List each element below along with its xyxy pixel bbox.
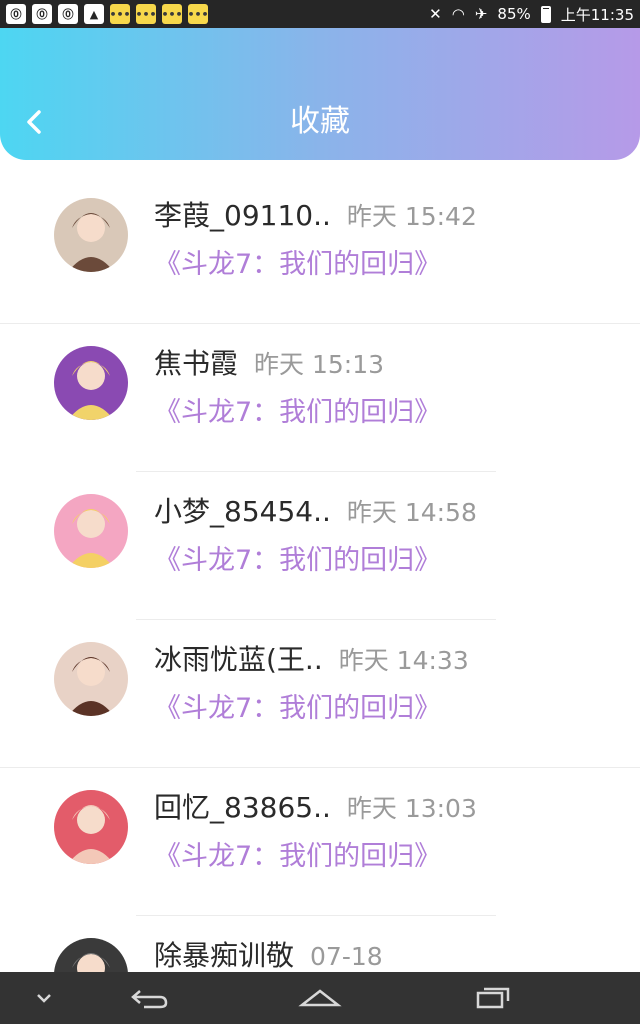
- notification-icon: ⓪: [6, 4, 26, 24]
- list-item[interactable]: 李葭_09110.. 昨天 15:42 《斗龙7：我们的回归》: [0, 176, 640, 324]
- notification-icon: ⓪: [32, 4, 52, 24]
- header: 收藏: [0, 28, 640, 160]
- notification-icons: ⓪ ⓪ ⓪ ▲ ••• ••• ••• •••: [6, 4, 209, 24]
- avatar-image: [54, 790, 128, 864]
- timestamp: 昨天 15:13: [254, 350, 385, 379]
- timestamp: 昨天 14:58: [346, 498, 477, 527]
- battery-percent: 85%: [497, 5, 531, 23]
- user-name: 除暴痴训敬: [154, 939, 295, 972]
- avatar[interactable]: [54, 642, 128, 716]
- back-nav-button[interactable]: [120, 980, 180, 1016]
- avatar-image: [54, 346, 128, 420]
- avatar[interactable]: [54, 494, 128, 568]
- recent-apps-button[interactable]: [462, 980, 522, 1016]
- user-name: 冰雨忧蓝(王..: [154, 643, 323, 676]
- page-title: 收藏: [290, 104, 350, 139]
- chat-icon: •••: [161, 4, 183, 24]
- avatar[interactable]: [54, 938, 128, 972]
- status-bar: ⓪ ⓪ ⓪ ▲ ••• ••• ••• ••• ✕ ◠ ✈ 85% 上午11:35: [0, 0, 640, 28]
- avatar-image: [54, 938, 128, 972]
- avatar[interactable]: [54, 346, 128, 420]
- list-item[interactable]: 焦书霞 昨天 15:13 《斗龙7：我们的回归》: [0, 324, 640, 472]
- avatar-image: [54, 198, 128, 272]
- user-name: 李葭_09110..: [154, 199, 331, 232]
- airplane-icon: ✈: [474, 5, 488, 23]
- book-title-link[interactable]: 《斗龙7：我们的回归》: [154, 834, 441, 873]
- chevron-down-icon: [37, 994, 51, 1003]
- battery-icon: [540, 5, 551, 23]
- chat-icon: •••: [187, 4, 209, 24]
- timestamp: 昨天 15:42: [346, 202, 477, 231]
- chat-icon: •••: [109, 4, 131, 24]
- avatar[interactable]: [54, 790, 128, 864]
- user-name: 小梦_85454..: [154, 495, 331, 528]
- favorites-list: 李葭_09110.. 昨天 15:42 《斗龙7：我们的回归》 焦书霞 昨天 15:13…: [0, 176, 640, 972]
- avatar[interactable]: [54, 198, 128, 272]
- book-title-link[interactable]: 《斗龙7：我们的回归》: [154, 390, 441, 429]
- book-title-link[interactable]: 《斗龙7：我们的回归》: [154, 242, 441, 281]
- chat-icon: •••: [135, 4, 157, 24]
- list-item[interactable]: 小梦_85454.. 昨天 14:58 《斗龙7：我们的回归》: [0, 472, 640, 620]
- avatar-image: [54, 494, 128, 568]
- mute-icon: ✕: [429, 5, 442, 23]
- notification-icon: ⓪: [58, 4, 78, 24]
- avatar-image: [54, 642, 128, 716]
- user-name: 回忆_83865..: [154, 791, 331, 824]
- image-icon: ▲: [84, 4, 104, 24]
- back-arrow-icon: [131, 990, 168, 1009]
- timestamp: 昨天 14:33: [338, 646, 469, 675]
- clock: 上午11:35: [560, 5, 634, 24]
- hide-keyboard-button[interactable]: [14, 980, 74, 1016]
- wifi-icon: ◠: [451, 5, 465, 23]
- list-item[interactable]: 冰雨忧蓝(王.. 昨天 14:33 《斗龙7：我们的回归》: [0, 620, 640, 768]
- recent-apps-icon: [476, 987, 510, 1009]
- timestamp: 07-18: [310, 942, 383, 971]
- book-title-link[interactable]: 《斗龙7：我们的回归》: [154, 538, 441, 577]
- navigation-bar: [0, 972, 640, 1024]
- timestamp: 昨天 13:03: [346, 794, 477, 823]
- user-name: 焦书霞: [154, 347, 239, 380]
- home-icon: [298, 989, 342, 1007]
- list-item[interactable]: 回忆_83865.. 昨天 13:03 《斗龙7：我们的回归》: [0, 768, 640, 916]
- list-item[interactable]: 除暴痴训敬 07-18: [0, 916, 640, 972]
- home-button[interactable]: [290, 980, 350, 1016]
- book-title-link[interactable]: 《斗龙7：我们的回归》: [154, 686, 441, 725]
